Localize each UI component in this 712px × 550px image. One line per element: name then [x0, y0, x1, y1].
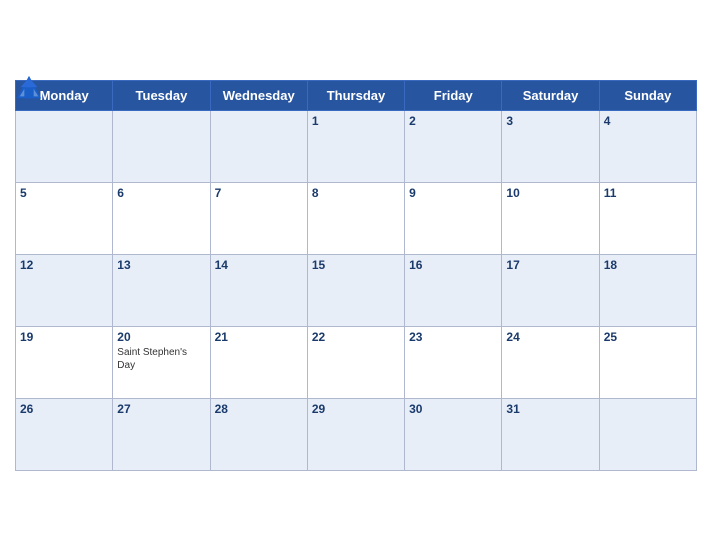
day-number: 22	[312, 330, 400, 344]
day-number: 23	[409, 330, 497, 344]
day-number: 9	[409, 186, 497, 200]
calendar-cell: 30	[405, 399, 502, 471]
calendar-cell: 28	[210, 399, 307, 471]
weekday-header-saturday: Saturday	[502, 81, 599, 111]
calendar-cell: 24	[502, 327, 599, 399]
calendar-cell: 3	[502, 111, 599, 183]
day-number: 3	[506, 114, 594, 128]
day-number: 1	[312, 114, 400, 128]
calendar-cell: 12	[16, 255, 113, 327]
day-number: 14	[215, 258, 303, 272]
calendar-cell: 25	[599, 327, 696, 399]
day-number: 31	[506, 402, 594, 416]
calendar-cell: 7	[210, 183, 307, 255]
calendar-table: MondayTuesdayWednesdayThursdayFridaySatu…	[15, 80, 697, 471]
calendar-cell: 6	[113, 183, 210, 255]
calendar-cell: 2	[405, 111, 502, 183]
calendar-cell: 16	[405, 255, 502, 327]
day-number: 4	[604, 114, 692, 128]
day-number: 18	[604, 258, 692, 272]
weekday-header-friday: Friday	[405, 81, 502, 111]
day-number: 15	[312, 258, 400, 272]
weekday-header-wednesday: Wednesday	[210, 81, 307, 111]
calendar-cell: 17	[502, 255, 599, 327]
day-number: 13	[117, 258, 205, 272]
day-number: 5	[20, 186, 108, 200]
calendar-cell: 14	[210, 255, 307, 327]
day-number: 7	[215, 186, 303, 200]
calendar-cell: 5	[16, 183, 113, 255]
calendar-cell: 27	[113, 399, 210, 471]
calendar-cell: 15	[307, 255, 404, 327]
calendar-cell: 4	[599, 111, 696, 183]
brand-logo-area	[15, 74, 46, 102]
calendar-cell	[210, 111, 307, 183]
calendar-cell: 29	[307, 399, 404, 471]
weekday-header-sunday: Sunday	[599, 81, 696, 111]
day-number: 2	[409, 114, 497, 128]
day-event: Saint Stephen's Day	[117, 346, 205, 372]
day-number: 30	[409, 402, 497, 416]
calendar-cell: 8	[307, 183, 404, 255]
calendar-week-row: 56789 10 11	[16, 183, 697, 255]
calendar-cell: 18	[599, 255, 696, 327]
day-number: 11	[604, 186, 692, 200]
calendar-cell: 19	[16, 327, 113, 399]
day-number: 29	[312, 402, 400, 416]
day-number: 28	[215, 402, 303, 416]
day-number: 19	[20, 330, 108, 344]
calendar-thead: MondayTuesdayWednesdayThursdayFridaySatu…	[16, 81, 697, 111]
calendar-cell: 26	[16, 399, 113, 471]
weekday-header-row: MondayTuesdayWednesdayThursdayFridaySatu…	[16, 81, 697, 111]
calendar-cell: 22	[307, 327, 404, 399]
calendar-cell: 21	[210, 327, 307, 399]
calendar-cell: 13	[113, 255, 210, 327]
day-number: 10	[506, 186, 594, 200]
calendar-week-row: 1234	[16, 111, 697, 183]
calendar-cell	[113, 111, 210, 183]
calendar-week-row: 12 13 14 15 16 17 18	[16, 255, 697, 327]
calendar-cell	[599, 399, 696, 471]
calendar-cell: 20 Saint Stephen's Day	[113, 327, 210, 399]
calendar-cell: 1	[307, 111, 404, 183]
calendar-body: 1234567891011121314151617181920Saint Ste…	[16, 111, 697, 471]
calendar-week-row: 26 27 28 29 30 31	[16, 399, 697, 471]
calendar-cell: 10	[502, 183, 599, 255]
day-number: 20	[117, 330, 205, 344]
day-number: 25	[604, 330, 692, 344]
calendar-container: MondayTuesdayWednesdayThursdayFridaySatu…	[0, 64, 712, 486]
day-number: 21	[215, 330, 303, 344]
calendar-cell	[16, 111, 113, 183]
day-number: 27	[117, 402, 205, 416]
calendar-cell: 9	[405, 183, 502, 255]
calendar-cell: 11	[599, 183, 696, 255]
calendar-week-row: 19 20 Saint Stephen's Day 21 22 23 24 25	[16, 327, 697, 399]
day-number: 12	[20, 258, 108, 272]
day-number: 24	[506, 330, 594, 344]
day-number: 17	[506, 258, 594, 272]
weekday-header-tuesday: Tuesday	[113, 81, 210, 111]
brand-icon	[15, 74, 43, 102]
day-number: 26	[20, 402, 108, 416]
calendar-cell: 23	[405, 327, 502, 399]
day-number: 16	[409, 258, 497, 272]
calendar-cell: 31	[502, 399, 599, 471]
day-number: 6	[117, 186, 205, 200]
weekday-header-thursday: Thursday	[307, 81, 404, 111]
day-number: 8	[312, 186, 400, 200]
